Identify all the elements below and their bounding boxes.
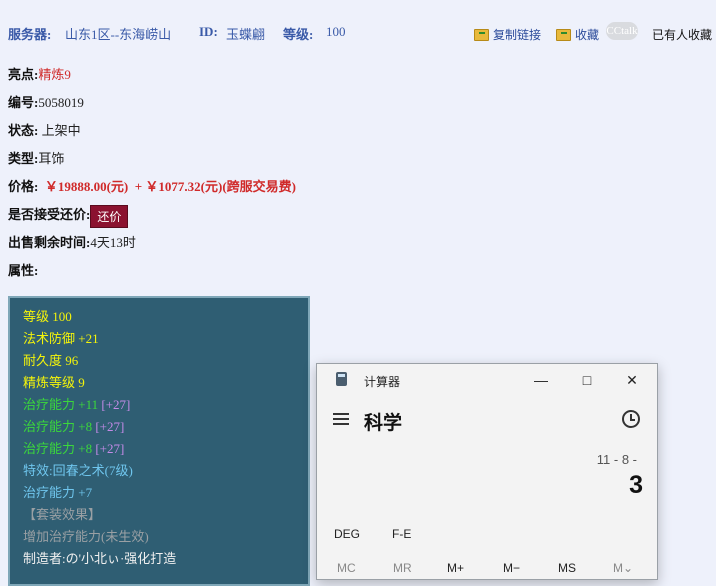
attr-line: 治疗能力 +8 [+27] — [23, 438, 308, 460]
server-label: 服务器: — [8, 27, 52, 42]
attr-text: 治疗能力 +8 — [23, 441, 93, 456]
memory-recall-button[interactable]: MR — [393, 561, 412, 575]
favorite-label: 收藏 — [575, 28, 600, 42]
cross-server-fee: + ￥1077.32(元)(跨服交易费) — [134, 179, 296, 194]
server-value: 山东1区--东海崂山 — [65, 27, 172, 42]
attr-line: 特效:回春之术(7级) — [23, 463, 133, 478]
attr-bonus: [+27] — [95, 441, 125, 456]
price-label: 价格: — [8, 179, 39, 194]
number-label: 编号: — [8, 95, 39, 110]
favorited-count-text: 已有人收藏 — [652, 28, 713, 42]
time-value: 4天13时 — [90, 235, 136, 250]
attr-line: 法术防御 +21 — [23, 331, 99, 346]
attr-line: 精炼等级 9 — [23, 375, 85, 390]
level-label: 等级: — [283, 27, 314, 42]
memory-subtract-button[interactable]: M− — [503, 561, 520, 575]
attr-line: 等级 100 — [23, 309, 72, 324]
type-value: 耳饰 — [38, 151, 65, 166]
attributes-panel: 等级 100 法术防御 +21 耐久度 96 精炼等级 9 治疗能力 +11 [… — [8, 296, 310, 586]
attr-line: 耐久度 96 — [23, 353, 79, 368]
attr-line: 制造者:の'小北ぃ·强化打造 — [23, 551, 177, 566]
id-label: ID: — [199, 24, 218, 39]
memory-list-button[interactable]: M⌄ — [613, 561, 633, 575]
calculator-title: 计算器 — [364, 375, 401, 389]
calculator-icon — [336, 372, 347, 386]
number-row: 编号:5058019 — [8, 92, 84, 111]
attr-bonus: [+27] — [101, 397, 131, 412]
deg-button[interactable]: DEG — [334, 527, 360, 541]
watermark: CCtalk — [606, 22, 638, 40]
price-row: 价格: ￥19888.00(元) + ￥1077.32(元)(跨服交易费) — [8, 176, 296, 195]
attributes-label: 属性: — [8, 263, 39, 278]
counter-offer-label: 是否接受还价: — [8, 207, 91, 222]
history-icon[interactable] — [622, 410, 640, 428]
fe-button[interactable]: F-E — [392, 527, 411, 541]
time-row: 出售剩余时间:4天13时 — [8, 232, 136, 251]
type-row: 类型:耳饰 — [8, 148, 64, 167]
highlight-value: 精炼9 — [38, 67, 71, 82]
copy-link-button[interactable]: 复制链接 — [474, 26, 541, 43]
time-label: 出售剩余时间: — [8, 235, 91, 250]
counter-offer-button[interactable]: 还价 — [90, 204, 129, 228]
attr-line: 治疗能力 +8 [+27] — [23, 416, 308, 438]
id-value: 玉蝶翩 — [226, 27, 266, 42]
attr-line: 增加治疗能力(未生效) — [23, 529, 149, 544]
status-row: 状态: 上架中 — [8, 120, 81, 139]
top-bar: 服务器: 山东1区--东海崂山 ID: 玉蝶翩 等级: 100 复制链接 收藏 … — [0, 0, 716, 46]
calculator-expression: 11 - 8 - — [596, 452, 637, 467]
folder-icon — [556, 28, 571, 41]
attr-line: 【套装效果】 — [23, 507, 102, 522]
hamburger-icon[interactable] — [333, 413, 349, 425]
calculator-result: 3 — [629, 471, 643, 499]
status-label: 状态: — [8, 123, 39, 138]
copy-link-label: 复制链接 — [493, 28, 542, 42]
memory-store-button[interactable]: MS — [558, 561, 576, 575]
minimize-icon[interactable]: — — [531, 370, 551, 390]
status-value: 上架中 — [41, 123, 81, 138]
attr-line: 治疗能力 +7 — [23, 485, 93, 500]
maximize-icon[interactable]: □ — [577, 370, 597, 390]
highlight-row: 亮点:精炼9 — [8, 64, 71, 83]
number-value: 5058019 — [38, 95, 84, 110]
price-value: ￥19888.00(元) — [44, 179, 129, 194]
calculator-window[interactable]: 计算器 — □ ✕ 科学 11 - 8 - 3 DEG F-E MC MR M+… — [316, 363, 658, 580]
attributes-row: 属性: — [8, 260, 38, 279]
type-label: 类型: — [8, 151, 39, 166]
memory-clear-button[interactable]: MC — [337, 561, 356, 575]
favorite-button[interactable]: 收藏 — [556, 26, 599, 43]
attr-line: 治疗能力 +11 [+27] — [23, 394, 308, 416]
memory-add-button[interactable]: M+ — [447, 561, 464, 575]
close-icon[interactable]: ✕ — [622, 370, 642, 390]
attr-text: 治疗能力 +11 — [23, 397, 99, 412]
level-value: 100 — [326, 24, 346, 39]
highlight-label: 亮点: — [8, 67, 39, 82]
folder-icon — [474, 28, 489, 41]
attr-bonus: [+27] — [95, 419, 125, 434]
counter-offer-row: 是否接受还价: 还价 — [8, 204, 129, 228]
calculator-mode: 科学 — [364, 413, 403, 434]
attr-text: 治疗能力 +8 — [23, 419, 93, 434]
